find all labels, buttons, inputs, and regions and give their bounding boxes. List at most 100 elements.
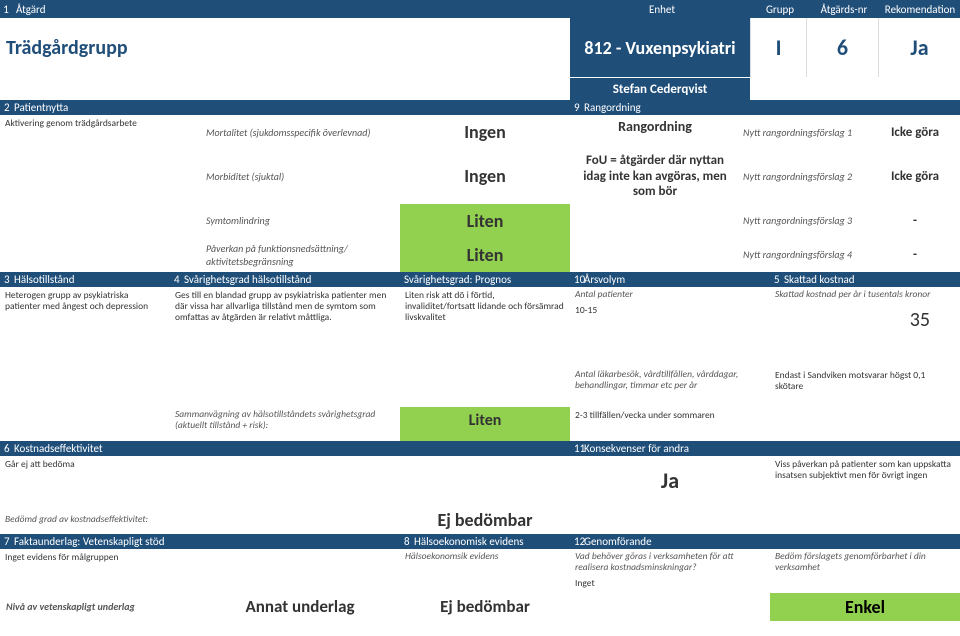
antal-patienter-lbl: Antal patienter: [570, 287, 770, 302]
sec5-note: Endast i Sandviken motsvarar högst 0,1 s…: [770, 367, 960, 407]
rekomendation-value: Ja: [878, 18, 960, 77]
sec4-body: Ges till en blandad grupp av psykiatrisk…: [170, 287, 400, 367]
sec12-q: Vad behöver göras i verksamheten för att…: [570, 549, 770, 575]
sec4-summary-lbl: Sammanvägning av hälsotillståndets svåri…: [170, 407, 400, 441]
row-2-desc: Aktivering genom trädgårdsarbete Mortali…: [0, 115, 960, 149]
row-3-hdrs: 3Hälsotillstånd 4Svårighetsgrad hälsotil…: [0, 272, 960, 287]
sec8-hdr: 8Hälsoekonomisk evidens: [400, 534, 570, 549]
sec6-hdr: 6Kostnadseffektivitet: [0, 441, 570, 456]
author-row: Stefan Cederqvist: [0, 78, 960, 100]
sec2-title: Patientnytta: [14, 101, 68, 114]
rang4-val: -: [870, 238, 960, 272]
header-row: 1 Åtgärd Enhet Grupp Åtgärds-nr Rekomend…: [0, 0, 960, 18]
symtom-val: Liten: [400, 204, 570, 238]
rang3-val: -: [870, 204, 960, 238]
row-7-8-12-body: Inget evidens för målgruppen Hälsoekonom…: [0, 549, 960, 593]
sec7-val: Annat underlag: [200, 593, 400, 621]
sec12-a: Inget: [570, 575, 770, 592]
sec7-lbl: Nivå av vetenskapligt underlag: [0, 593, 200, 621]
row-summary: Sammanvägning av hälsotillståndets svåri…: [0, 407, 960, 441]
secP-body: Liten risk att dö i förtid, invaliditet/…: [400, 287, 570, 367]
rang3-lbl: Nytt rangordningsförslag 3: [740, 204, 870, 238]
hdr-enhet: Enhet: [572, 3, 752, 16]
tillfallen-val: 2-3 tillfällen/vecka under sommaren: [570, 407, 770, 441]
sec11-note: Viss påverkan på patienter som kan uppsk…: [770, 456, 960, 506]
rang4-lbl: Nytt rangordningsförslag 4: [740, 238, 870, 272]
bottom-bar: Nivå av vetenskapligt underlag Annat und…: [0, 593, 960, 621]
sec10-hdr: 10Årsvolym: [570, 272, 770, 287]
row-2-9-hdr: 2Patientnytta 9Rangordning: [0, 100, 960, 115]
sec3-body: Heterogen grupp av psykiatriska patiente…: [0, 287, 170, 367]
sec4-hdr: 4Svårighetsgrad hälsotillstånd: [170, 272, 400, 287]
sec6-body: Går ej att bedöma: [0, 456, 570, 506]
rang1-val: Icke göra: [870, 115, 960, 149]
sec8-val: Ej bedömbar: [400, 593, 570, 621]
sec6-lbl: Bedömd grad av kostnadseffektivitet:: [0, 512, 400, 527]
row-6-bottom: Bedömd grad av kostnadseffektivitet: Ej …: [0, 506, 960, 534]
mortalitet-val: Ingen: [400, 115, 570, 149]
mortalitet-lbl: Mortalitet (sjukdomsspecifik överlevnad): [200, 115, 400, 149]
sec10-body: Antal patienter 10-15: [570, 287, 770, 367]
morbiditet-lbl: Morbiditet (sjuktal): [200, 149, 400, 204]
rang1-lbl: Nytt rangordningsförslag 1: [740, 115, 870, 149]
atgardsnr-value: 6: [806, 18, 878, 77]
rang2-val: Icke göra: [870, 149, 960, 204]
skattad-val: 35: [770, 302, 960, 338]
fou-span: FoU = åtgärder där nyttan idag inte kan …: [583, 153, 727, 199]
page-title: Trädgårdgrupp: [0, 18, 570, 77]
rangordning-big: Rangordning: [570, 115, 740, 149]
row-m4: Påverkan på funktionsnedsättning/ aktivi…: [0, 238, 960, 272]
sec12-title: Genomförande: [584, 535, 652, 548]
sec11-title: Konsekvenser för andra: [584, 442, 689, 455]
hdr-nr: Åtgärds-nr: [808, 3, 880, 16]
row-m2: Morbiditet (sjuktal) Ingen FoU = åtgärde…: [0, 149, 960, 204]
row-7-8-12-hdr: 7Faktaunderlag: Vetenskapligt stöd 8Häls…: [0, 534, 960, 549]
antal-patienter-val: 10-15: [570, 302, 770, 319]
sec11-hdr: 11Konsekvenser för andra: [570, 441, 960, 456]
secP-hdr: Svårighetsgrad: Prognos: [400, 272, 570, 287]
sec9-hdr: 9Rangordning: [570, 100, 960, 115]
sec9-title: Rangordning: [584, 101, 641, 114]
sec10-title: Årsvolym: [584, 273, 625, 286]
sec7-hdr: 7Faktaunderlag: Vetenskapligt stöd: [0, 534, 400, 549]
sec11-val: Ja: [570, 456, 770, 506]
row-6-11-hdr: 6Kostnadseffektivitet 11Konsekvenser för…: [0, 441, 960, 456]
sec6-title: Kostnadseffektivitet: [14, 442, 103, 455]
sec5-body: Skattad kostnad per år i tusentals krono…: [770, 287, 960, 367]
unit-name: 812 - Vuxenpsykiatri: [570, 18, 750, 77]
sec5-title: Skattad kostnad: [784, 273, 855, 286]
sec3-title: Hälsotillstånd: [14, 273, 74, 286]
title-row: Trädgårdgrupp 812 - Vuxenpsykiatri I 6 J…: [0, 18, 960, 78]
morbiditet-val: Ingen: [400, 149, 570, 204]
secP-title: Svårighetsgrad: Prognos: [404, 273, 511, 286]
sec12-hdr: 12Genomförande: [570, 534, 960, 549]
sec12-val: Enkel: [770, 593, 960, 621]
sec12-lbl: Bedöm förslagets genomförbarhet i din ve…: [770, 549, 960, 593]
funktion-val: Liten: [400, 238, 570, 272]
sec2-hdr: 2Patientnytta: [0, 100, 570, 115]
sec8-body: Hälsoekonomsik evidens: [400, 549, 570, 593]
sec4-title: Svårighetsgrad hälsotillstånd: [184, 273, 311, 286]
row-3b: Antal läkarbesök, vårdtillfällen, vårdda…: [0, 367, 960, 407]
antal-besok-lbl: Antal läkarbesök, vårdtillfällen, vårdda…: [570, 367, 770, 407]
sec6-val: Ej bedömbar: [400, 509, 570, 531]
symtom-lbl: Symtomlindring: [200, 204, 400, 238]
row-6-11-body: Går ej att bedöma Ja Viss påverkan på pa…: [0, 456, 960, 506]
skattad-lbl: Skattad kostnad per år i tusentals krono…: [770, 287, 960, 302]
sec3-hdr: 3Hälsotillstånd: [0, 272, 170, 287]
fou-text: FoU = åtgärder där nyttan idag inte kan …: [570, 149, 740, 204]
sec5-hdr: 5Skattad kostnad: [770, 272, 960, 287]
hdr-grupp: Grupp: [752, 3, 808, 16]
rang2-lbl: Nytt rangordningsförslag 2: [740, 149, 870, 204]
hdr-rek: Rekomendation: [880, 3, 960, 16]
row-m3: Symtomlindring Liten Nytt rangordningsfö…: [0, 204, 960, 238]
sec7-body: Inget evidens för målgruppen: [0, 549, 400, 593]
sec7-title: Faktaunderlag: Vetenskapligt stöd: [14, 535, 165, 548]
sec2-desc: Aktivering genom trädgårdsarbete: [0, 115, 200, 149]
hdr-num: 1: [0, 3, 12, 16]
sec4-summary-val: Liten: [400, 407, 570, 441]
row-3-bodies: Heterogen grupp av psykiatriska patiente…: [0, 287, 960, 367]
funktion-lbl: Påverkan på funktionsnedsättning/ aktivi…: [200, 238, 400, 272]
hdr-atgard: Åtgärd: [12, 3, 572, 16]
author-name: Stefan Cederqvist: [570, 78, 750, 100]
